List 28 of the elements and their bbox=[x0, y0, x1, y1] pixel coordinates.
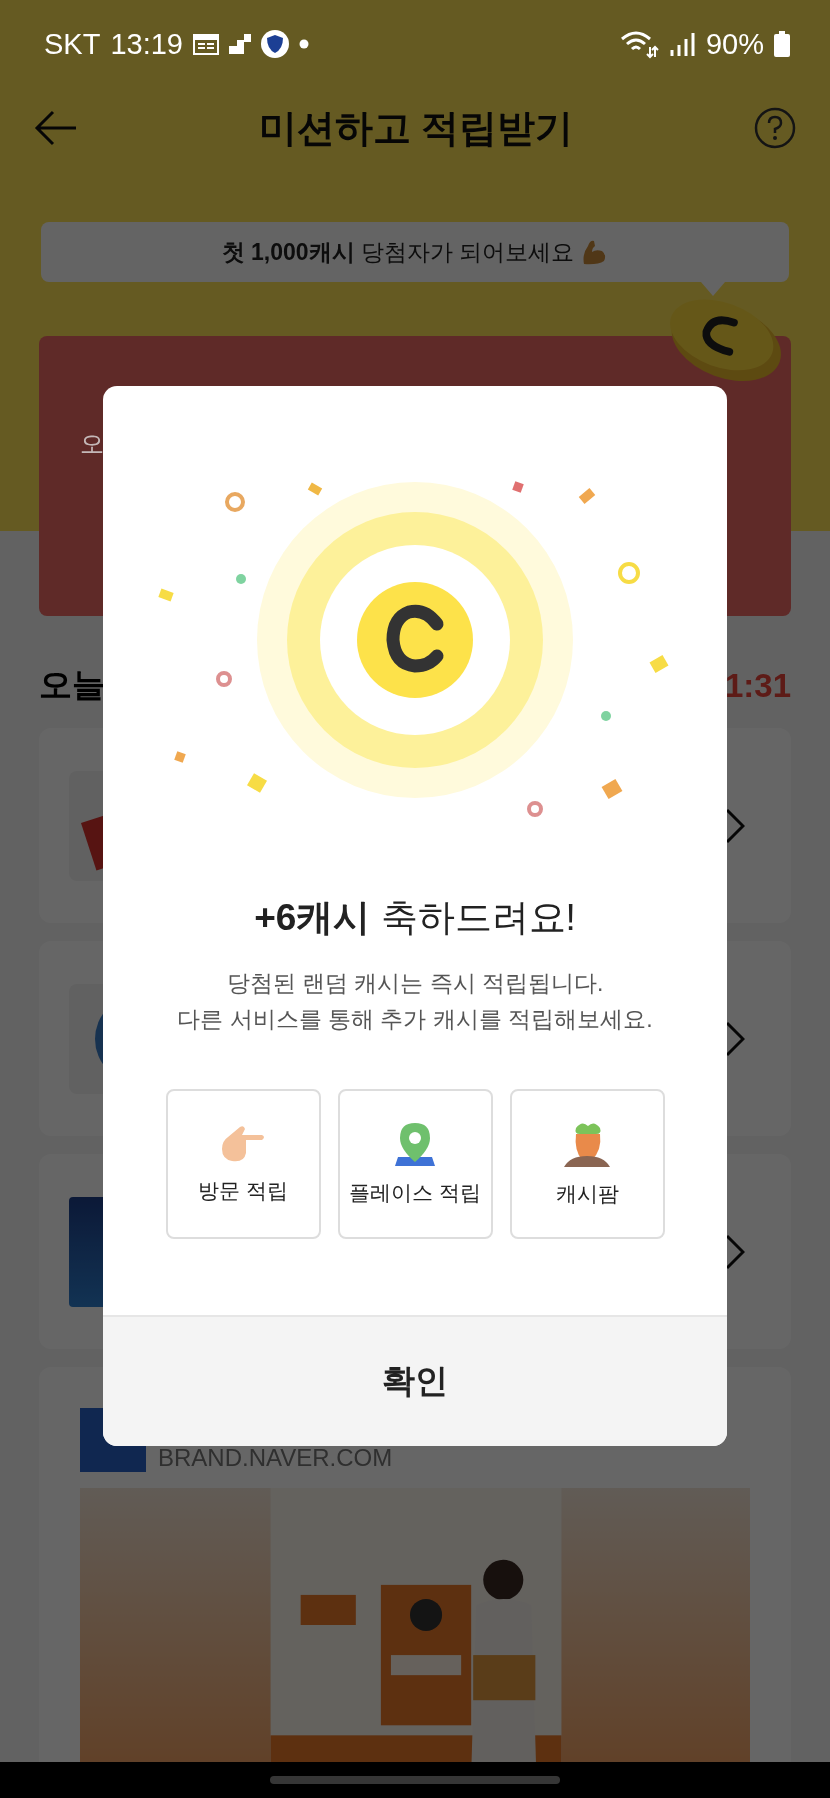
battery-level: 90% bbox=[705, 27, 764, 61]
signal-icon bbox=[669, 32, 696, 56]
carrier: SKT bbox=[44, 27, 101, 61]
map-pin-icon bbox=[394, 1121, 436, 1167]
countdown-timer: 1:31 bbox=[724, 666, 791, 705]
tooltip-text: 첫 1,000캐시 당첨자가 되어보세요 bbox=[221, 237, 575, 267]
calendar-icon bbox=[193, 33, 219, 55]
dialog-message: 당첨된 랜덤 캐시는 즉시 적립됩니다. 다른 서비스를 통해 추가 캐시를 적립해보세요. bbox=[177, 969, 653, 1034]
chevron-right-icon bbox=[725, 1233, 745, 1270]
chevron-right-icon bbox=[725, 807, 745, 844]
service-button[interactable]: 플레이스 적립 bbox=[337, 1089, 493, 1239]
section-title: 오늘 bbox=[39, 665, 105, 705]
back-icon[interactable] bbox=[34, 110, 78, 146]
shield-icon bbox=[261, 30, 289, 58]
help-icon[interactable] bbox=[754, 107, 796, 149]
wifi-icon bbox=[619, 29, 660, 59]
dot-icon bbox=[299, 39, 309, 49]
promo-subtitle: 오 bbox=[80, 429, 104, 459]
service-button[interactable]: 캐시팜 bbox=[509, 1089, 665, 1239]
clock: 13:19 bbox=[110, 27, 183, 61]
service-button[interactable]: 방문 적립 bbox=[165, 1089, 321, 1239]
battery-icon bbox=[774, 31, 790, 57]
carrot-icon bbox=[562, 1120, 612, 1168]
chevron-right-icon bbox=[725, 1020, 745, 1057]
steps-icon bbox=[229, 34, 251, 54]
confirm-button[interactable]: 확인 bbox=[103, 1315, 727, 1446]
dialog-title: +6캐시 축하드려요! bbox=[254, 896, 576, 940]
page-title: 미션하고 적립받기 bbox=[257, 105, 575, 151]
